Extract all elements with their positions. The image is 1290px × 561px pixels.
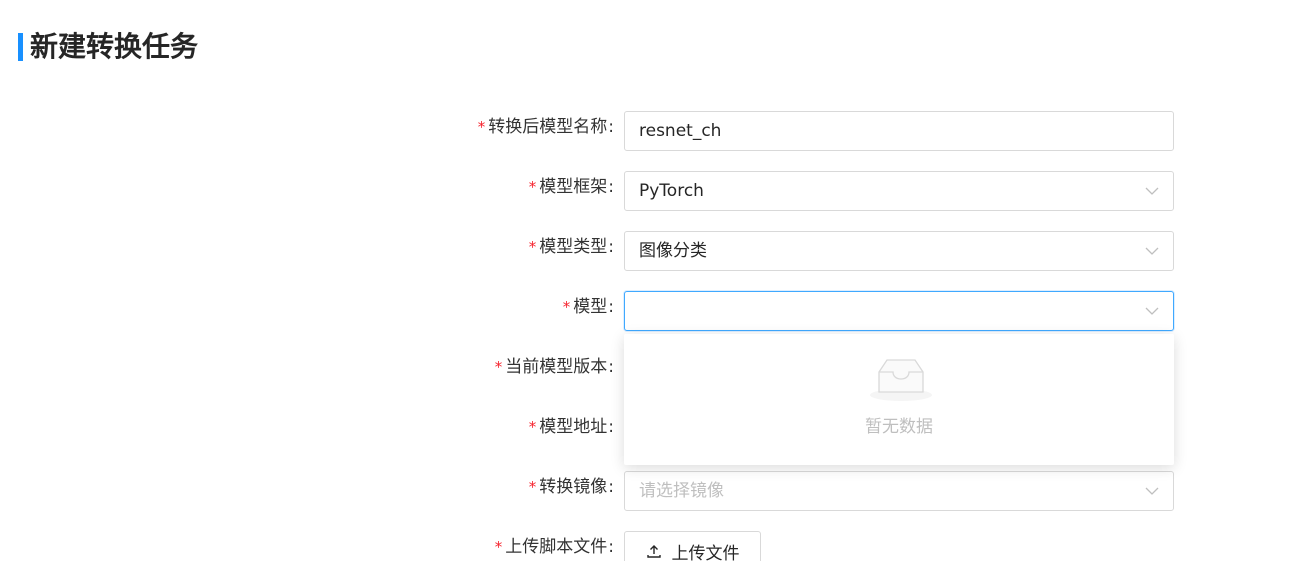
conversion-image-placeholder: 请选择镜像 — [639, 481, 724, 501]
title-accent-bar — [18, 33, 23, 61]
page-header: 新建转换任务 — [18, 31, 198, 63]
model-type-value: 图像分类 — [639, 241, 707, 261]
conversion-image-select[interactable]: 请选择镜像 — [624, 471, 1174, 511]
required-mark: * — [528, 238, 537, 256]
form-row-model: * 模型: — [0, 291, 1290, 331]
required-mark: * — [562, 298, 571, 316]
chevron-down-icon — [1145, 187, 1159, 195]
current-model-version-label: * 当前模型版本: — [494, 357, 614, 377]
form-row-upload-script: * 上传脚本文件: 上传文件 — [0, 531, 1290, 561]
form-row-model-framework: * 模型框架: PyTorch — [0, 171, 1290, 211]
required-mark: * — [528, 418, 537, 436]
model-select[interactable] — [624, 291, 1174, 331]
upload-file-button[interactable]: 上传文件 — [624, 531, 761, 561]
model-dropdown: 暂无数据 — [624, 334, 1174, 465]
converted-model-name-input[interactable]: resnet_ch — [624, 111, 1174, 151]
converted-model-name-value: resnet_ch — [639, 121, 722, 141]
form-row-conversion-image: * 转换镜像: 请选择镜像 — [0, 471, 1290, 511]
form-row-converted-model-name: * 转换后模型名称: resnet_ch — [0, 111, 1290, 151]
chevron-down-icon — [1145, 307, 1159, 315]
model-label: * 模型: — [562, 297, 614, 317]
model-framework-value: PyTorch — [639, 181, 704, 201]
conversion-image-label: * 转换镜像: — [528, 477, 614, 497]
empty-inbox-icon — [870, 359, 932, 401]
required-mark: * — [528, 178, 537, 196]
upload-icon — [646, 545, 661, 558]
model-framework-label: * 模型框架: — [528, 177, 614, 197]
required-mark: * — [477, 118, 486, 136]
converted-model-name-label: * 转换后模型名称: — [477, 117, 614, 137]
chevron-down-icon — [1145, 487, 1159, 495]
model-type-select[interactable]: 图像分类 — [624, 231, 1174, 271]
upload-file-label: 上传文件 — [671, 543, 740, 561]
required-mark: * — [494, 538, 503, 556]
required-mark: * — [494, 358, 503, 376]
model-framework-select[interactable]: PyTorch — [624, 171, 1174, 211]
upload-script-label: * 上传脚本文件: — [494, 537, 614, 557]
model-type-label: * 模型类型: — [528, 237, 614, 257]
model-address-label: * 模型地址: — [528, 417, 614, 437]
empty-text: 暂无数据 — [865, 417, 933, 437]
form-row-model-type: * 模型类型: 图像分类 — [0, 231, 1290, 271]
chevron-down-icon — [1145, 247, 1159, 255]
required-mark: * — [528, 478, 537, 496]
page-title: 新建转换任务 — [30, 30, 199, 63]
